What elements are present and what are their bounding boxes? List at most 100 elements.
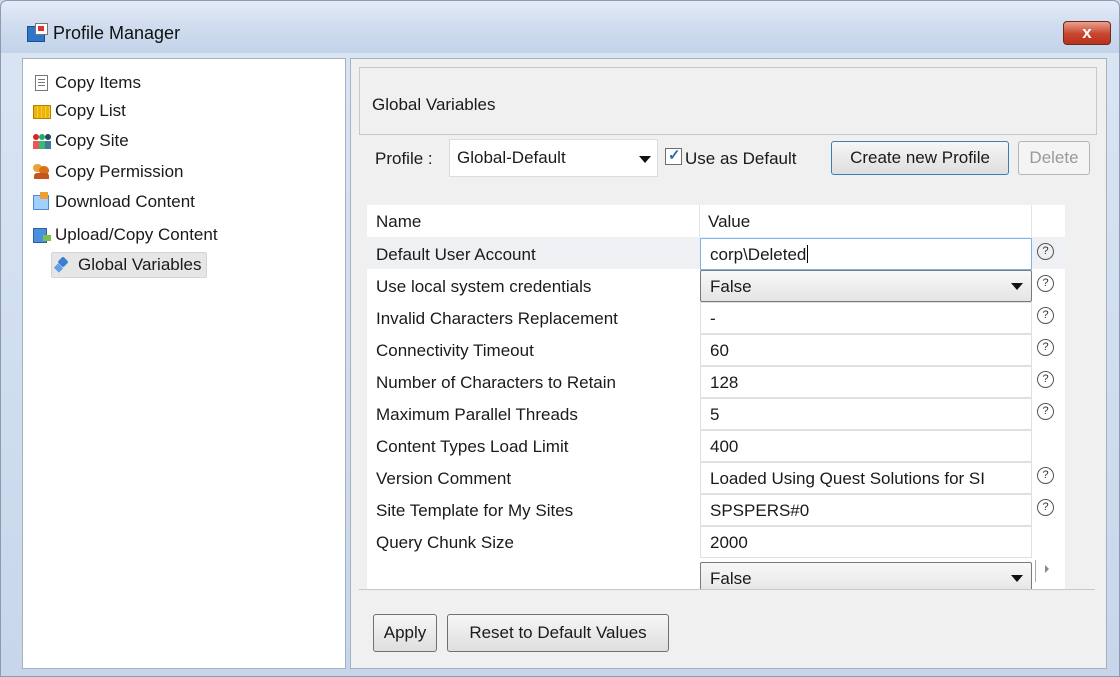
profile-label: Profile : xyxy=(375,149,433,168)
global-variables-panel: Global Variables Profile : Global-Defaul… xyxy=(350,58,1107,669)
help-icon[interactable]: ? xyxy=(1037,275,1054,292)
checkmark-icon: ✓ xyxy=(668,147,681,164)
scroll-right-icon[interactable] xyxy=(1045,565,1049,573)
column-header-name: Name xyxy=(376,212,422,231)
horizontal-scrollbar[interactable] xyxy=(1031,560,1065,589)
variable-value-input[interactable]: 128 xyxy=(700,366,1032,398)
help-icon[interactable]: ? xyxy=(1037,499,1054,516)
sidebar-item-download-content[interactable]: Download Content xyxy=(33,190,195,214)
variable-value-input[interactable]: 400 xyxy=(700,430,1032,462)
variable-value: False xyxy=(710,277,752,296)
sidebar-item-label: Global Variables xyxy=(78,255,202,274)
variable-name: Connectivity Timeout xyxy=(376,341,534,360)
grid-header: Name Value xyxy=(367,205,1065,237)
sidebar-item-label: Copy Permission xyxy=(55,162,184,181)
variable-value: 60 xyxy=(710,341,729,360)
diamond-icon xyxy=(54,257,70,273)
grid-row[interactable]: Default User Account corp\Deleted ? xyxy=(367,237,1065,270)
variable-value-input[interactable]: corp\Deleted xyxy=(700,238,1032,270)
chevron-down-icon xyxy=(1011,283,1023,290)
column-divider[interactable] xyxy=(699,205,700,237)
app-icon xyxy=(27,23,48,42)
use-as-default-label[interactable]: Use as Default xyxy=(685,149,797,169)
variable-value-input[interactable]: 5 xyxy=(700,398,1032,430)
sidebar-item-copy-site[interactable]: Copy Site xyxy=(33,129,129,153)
upload-icon xyxy=(33,228,51,243)
profile-dropdown-value: Global-Default xyxy=(457,148,566,167)
sidebar-item-copy-items[interactable]: Copy Items xyxy=(35,71,141,95)
variable-value-input[interactable]: Loaded Using Quest Solutions for SI xyxy=(700,462,1032,494)
sidebar-item-copy-list[interactable]: Copy List xyxy=(33,99,126,123)
use-as-default-checkbox[interactable]: ✓ xyxy=(665,147,682,165)
variable-name: Use local system credentials xyxy=(376,277,592,296)
variable-name: Default User Account xyxy=(376,245,536,264)
sidebar-item-upload-copy-content[interactable]: Upload/Copy Content xyxy=(33,223,218,247)
column-header-value: Value xyxy=(708,212,751,231)
help-icon[interactable]: ? xyxy=(1037,467,1054,484)
sidebar-item-global-variables[interactable]: Global Variables xyxy=(51,252,208,278)
variable-name: Invalid Characters Replacement xyxy=(376,309,618,328)
sidebar-item-label: Download Content xyxy=(55,192,195,211)
variable-value: Loaded Using Quest Solutions for SI xyxy=(710,469,985,488)
variable-name: Query Chunk Size xyxy=(376,533,514,552)
grid-row[interactable]: Number of Characters to Retain 128 ? xyxy=(367,365,1065,398)
close-button[interactable]: x xyxy=(1063,21,1111,45)
grid-row[interactable]: Version Comment Loaded Using Quest Solut… xyxy=(367,461,1065,494)
variable-value-dropdown[interactable]: False xyxy=(700,562,1032,589)
document-icon xyxy=(35,75,48,91)
help-icon[interactable]: ? xyxy=(1037,403,1054,420)
variable-value-input[interactable]: - xyxy=(700,302,1032,334)
variable-name: Site Template for My Sites xyxy=(376,501,574,520)
sidebar-item-label: Copy List xyxy=(55,101,126,120)
window-title: Profile Manager xyxy=(53,23,181,43)
delete-button[interactable]: Delete xyxy=(1018,141,1090,175)
grid-row[interactable]: False xyxy=(367,561,1065,589)
grid-row[interactable]: Query Chunk Size 2000 xyxy=(367,525,1065,558)
variable-name: Version Comment xyxy=(376,469,512,488)
grid-row[interactable]: Invalid Characters Replacement - ? xyxy=(367,301,1065,334)
grid-row[interactable]: Maximum Parallel Threads 5 ? xyxy=(367,397,1065,430)
reset-to-default-values-button[interactable]: Reset to Default Values xyxy=(447,614,669,652)
grid-row[interactable]: Connectivity Timeout 60 ? xyxy=(367,333,1065,366)
list-icon xyxy=(33,105,51,119)
variable-value: 5 xyxy=(710,405,720,424)
profile-manager-window: Profile Manager x Copy Items Copy List C… xyxy=(0,0,1120,677)
help-icon[interactable]: ? xyxy=(1037,339,1054,356)
sidebar-item-label: Copy Items xyxy=(55,73,141,92)
variable-name: Number of Characters to Retain xyxy=(376,373,616,392)
grid-row[interactable]: Site Template for My Sites SPSPERS#0 ? xyxy=(367,493,1065,526)
profile-dropdown[interactable]: Global-Default xyxy=(449,139,658,177)
help-icon[interactable]: ? xyxy=(1037,243,1054,260)
chevron-down-icon xyxy=(1011,575,1023,582)
variable-value: 400 xyxy=(710,437,739,456)
variable-value: corp\Deleted xyxy=(710,245,807,264)
sidebar-item-copy-permission[interactable]: Copy Permission xyxy=(33,160,184,184)
site-icon xyxy=(33,133,51,149)
grid-row[interactable]: Use local system credentials False ? xyxy=(367,269,1065,302)
create-new-profile-button[interactable]: Create new Profile xyxy=(831,141,1009,175)
variable-value: 2000 xyxy=(710,533,748,552)
variable-value: False xyxy=(710,569,752,588)
help-icon[interactable]: ? xyxy=(1037,371,1054,388)
variable-value: SPSPERS#0 xyxy=(710,501,810,520)
variable-name: Content Types Load Limit xyxy=(376,437,569,456)
help-icon[interactable]: ? xyxy=(1037,307,1054,324)
title-bar: Profile Manager x xyxy=(1,1,1119,53)
users-icon xyxy=(33,164,49,180)
panel-title: Global Variables xyxy=(372,95,496,114)
variable-value: 128 xyxy=(710,373,739,392)
variable-name: Maximum Parallel Threads xyxy=(376,405,578,424)
sidebar-item-label: Upload/Copy Content xyxy=(55,225,218,244)
column-divider[interactable] xyxy=(1031,205,1032,237)
chevron-down-icon xyxy=(639,156,651,163)
variables-grid: Name Value Default User Account corp\Del… xyxy=(367,205,1065,589)
grid-row[interactable]: Content Types Load Limit 400 xyxy=(367,429,1065,462)
variable-value-input[interactable]: 2000 xyxy=(700,526,1032,558)
sidebar-item-label: Copy Site xyxy=(55,131,129,150)
apply-button[interactable]: Apply xyxy=(373,614,437,652)
variable-value-dropdown[interactable]: False xyxy=(700,270,1032,302)
divider xyxy=(359,589,1095,590)
variable-value-input[interactable]: 60 xyxy=(700,334,1032,366)
sidebar: Copy Items Copy List Copy Site Copy Perm… xyxy=(22,58,346,669)
variable-value-input[interactable]: SPSPERS#0 xyxy=(700,494,1032,526)
